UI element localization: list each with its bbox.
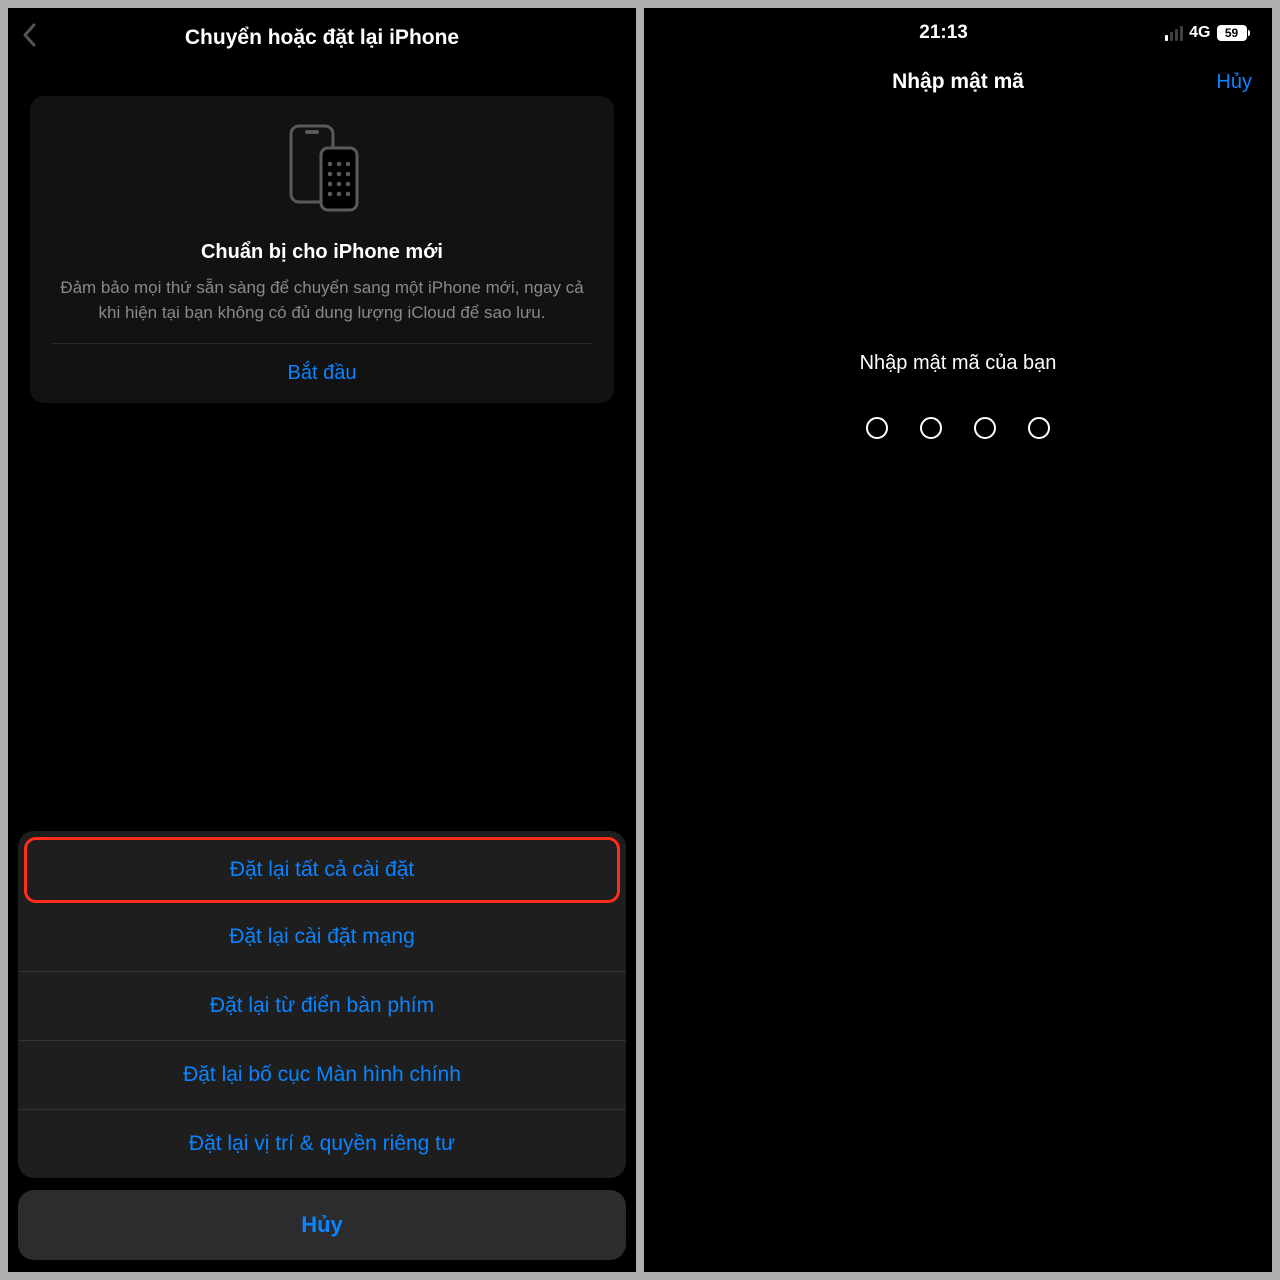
reset-network-settings-button[interactable]: Đặt lại cài đặt mạng <box>18 903 626 972</box>
battery-icon: 59 <box>1217 25 1251 41</box>
status-bar: 21:13 4G 59 <box>644 8 1272 50</box>
passcode-entry: Nhập mật mã của bạn <box>644 352 1272 439</box>
nav-header: Nhập mật mã Hủy <box>644 50 1272 102</box>
passcode-dot <box>1028 417 1050 439</box>
cancel-button[interactable]: Hủy <box>1216 71 1252 94</box>
cancel-button[interactable]: Hủy <box>18 1190 626 1260</box>
passcode-dot <box>974 417 996 439</box>
passcode-prompt: Nhập mật mã của bạn <box>860 352 1057 375</box>
reset-all-settings-button[interactable]: Đặt lại tất cả cài đặt <box>24 837 620 903</box>
battery-level: 59 <box>1218 26 1246 40</box>
reset-settings-screen: Chuyển hoặc đặt lại iPhone Chuẩn bị cho … <box>8 8 636 1272</box>
reset-location-privacy-button[interactable]: Đặt lại vị trí & quyền riêng tư <box>18 1110 626 1178</box>
passcode-dots <box>866 417 1050 439</box>
card-title: Chuẩn bị cho iPhone mới <box>201 241 443 264</box>
get-started-button[interactable]: Bắt đầu <box>52 344 592 403</box>
page-title: Chuyển hoặc đặt lại iPhone <box>24 26 620 50</box>
nav-header: Chuyển hoặc đặt lại iPhone <box>8 8 636 64</box>
prepare-card: Chuẩn bị cho iPhone mới Đảm bảo mọi thứ … <box>30 96 614 403</box>
reset-home-screen-layout-button[interactable]: Đặt lại bố cục Màn hình chính <box>18 1041 626 1110</box>
status-time: 21:13 <box>666 22 1165 44</box>
passcode-dot <box>920 417 942 439</box>
passcode-screen: 21:13 4G 59 Nhập mật mã Hủy Nhập mật mã … <box>644 8 1272 1272</box>
status-indicators: 4G 59 <box>1165 24 1250 42</box>
back-chevron-icon[interactable] <box>22 22 36 54</box>
passcode-dot <box>866 417 888 439</box>
phones-icon <box>277 120 367 221</box>
reset-action-sheet: Đặt lại tất cả cài đặt Đặt lại cài đặt m… <box>18 831 626 1260</box>
page-title: Nhập mật mã <box>892 70 1024 94</box>
network-type: 4G <box>1189 24 1210 42</box>
cellular-signal-icon <box>1165 26 1183 41</box>
reset-keyboard-dictionary-button[interactable]: Đặt lại từ điển bàn phím <box>18 972 626 1041</box>
action-sheet-options: Đặt lại tất cả cài đặt Đặt lại cài đặt m… <box>18 831 626 1178</box>
card-description: Đảm bảo mọi thứ sẵn sàng để chuyển sang … <box>52 276 592 325</box>
